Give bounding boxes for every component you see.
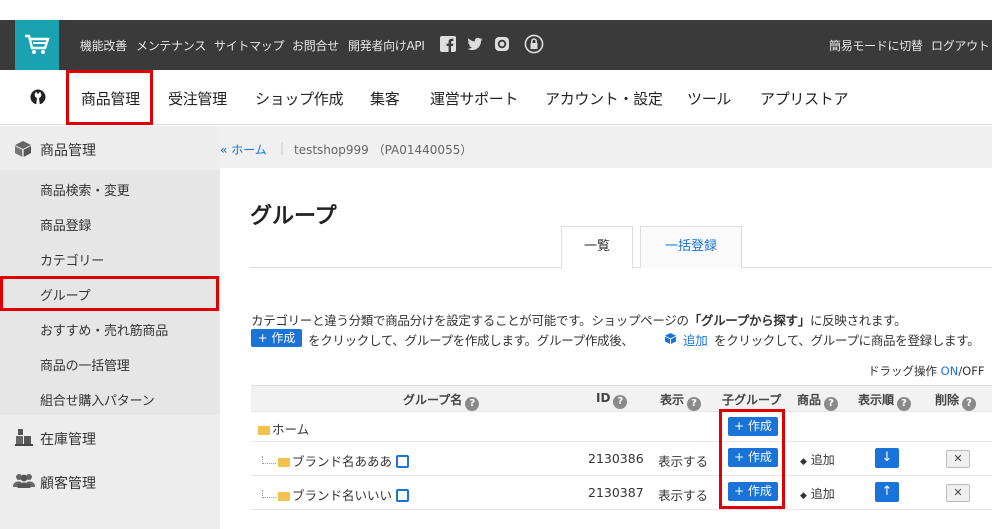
toplink-maintenance[interactable]: メンテナンス <box>136 37 206 54</box>
th-id: ID? <box>596 391 628 409</box>
logout-link[interactable]: ログアウト <box>931 37 990 54</box>
table-row[interactable]: ブランド名いいい <box>262 485 410 504</box>
breadcrumb-separator: | <box>280 141 285 155</box>
tab-list[interactable]: 一覧 <box>561 226 633 269</box>
nav-tools[interactable]: ツール <box>687 88 731 109</box>
cart-logo[interactable] <box>15 20 59 72</box>
nav-app-store[interactable]: アプリストア <box>760 88 849 109</box>
th-delete: 削除? <box>935 391 977 411</box>
sidebar-item-search[interactable]: 商品検索・変更 <box>40 180 130 199</box>
drag-on-link[interactable]: ON <box>941 364 959 378</box>
move-down-button[interactable]: ↓ <box>875 448 899 468</box>
sidebar-item-category[interactable]: カテゴリー <box>40 250 104 269</box>
delete-button[interactable]: ✕ <box>946 450 970 468</box>
facebook-icon[interactable] <box>440 36 456 52</box>
add-link-example[interactable]: 追加 <box>683 330 708 349</box>
sidebar-section-inventory[interactable]: 在庫管理 <box>40 429 96 449</box>
description-line-2a: をクリックして、グループを作成します。グループ作成後、 <box>308 333 634 348</box>
add-product-link[interactable]: ◆ 追加 <box>800 485 835 502</box>
create-button-example[interactable]: + 作成 <box>251 329 302 347</box>
help-icon[interactable]: ? <box>465 397 480 411</box>
help-icon[interactable]: ? <box>613 395 628 409</box>
cell-id: 2130386 <box>588 451 644 466</box>
sidebar-item-recommend[interactable]: おすすめ・売れ筋商品 <box>40 320 168 339</box>
toplink-sitemap[interactable]: サイトマップ <box>214 37 285 54</box>
instagram-icon[interactable] <box>494 36 510 52</box>
help-icon[interactable]: ? <box>824 397 839 411</box>
table-row[interactable]: ホーム <box>258 419 309 438</box>
nav-account-settings[interactable]: アカウント・設定 <box>545 88 663 109</box>
cell-display: 表示する <box>658 488 709 503</box>
mode-switch-link[interactable]: 簡易モードに切替 <box>829 37 923 54</box>
twitter-icon[interactable] <box>467 36 483 52</box>
drag-toggle: ドラッグ操作 ON/OFF <box>868 364 985 378</box>
toplink-api[interactable]: 開発者向けAPI <box>348 37 425 54</box>
row-divider <box>251 411 992 412</box>
highlight-nav-products <box>66 70 153 125</box>
row-divider <box>251 509 992 510</box>
help-icon[interactable]: ? <box>897 397 912 411</box>
description-line-1: カテゴリーと違う分類で商品分けを設定することが可能です。ショップページの「グルー… <box>251 313 907 328</box>
folder-icon <box>258 426 270 435</box>
help-icon[interactable]: ? <box>687 397 702 411</box>
help-icon[interactable]: ? <box>962 397 977 411</box>
breadcrumb-home[interactable]: « ホーム <box>220 141 267 158</box>
folder-icon <box>278 458 290 467</box>
description-line-2b: をクリックして、グループに商品を登録します。 <box>714 333 980 348</box>
sidebar-item-bulk[interactable]: 商品の一括管理 <box>40 355 130 374</box>
th-display: 表示? <box>660 391 702 411</box>
nav-orders[interactable]: 受注管理 <box>168 88 227 109</box>
brand-logo-icon[interactable] <box>30 89 46 105</box>
nav-shop-build[interactable]: ショップ作成 <box>255 88 344 109</box>
toplink-contact[interactable]: お問合せ <box>292 37 339 54</box>
toplink-improve[interactable]: 機能改善 <box>80 37 127 54</box>
lock-icon[interactable] <box>524 34 544 54</box>
row-divider <box>251 441 992 442</box>
tree-connector <box>262 490 276 498</box>
warehouse-icon <box>15 429 33 446</box>
nav-marketing[interactable]: 集客 <box>370 88 400 109</box>
cell-display: 表示する <box>658 454 709 469</box>
breadcrumb-shop: testshop999 （PA01440055） <box>294 143 473 157</box>
table-row[interactable]: ブランド名あああ <box>262 451 410 470</box>
move-up-button[interactable]: ↑ <box>875 482 899 502</box>
add-box-icon <box>665 333 676 344</box>
sidebar-item-combo[interactable]: 組合せ購入パターン <box>40 390 155 409</box>
page-title: グループ <box>250 204 337 229</box>
drag-off-link[interactable]: /OFF <box>958 364 984 378</box>
tab-bulk-register[interactable]: 一括登録 <box>640 226 742 268</box>
delete-button[interactable]: ✕ <box>946 484 970 502</box>
th-products: 商品? <box>797 391 839 411</box>
edit-icon[interactable] <box>396 455 410 468</box>
sidebar-section-customers[interactable]: 顧客管理 <box>40 473 96 493</box>
highlight-sidebar-group <box>0 276 219 311</box>
box-icon <box>15 141 31 157</box>
cell-id: 2130387 <box>588 485 644 500</box>
th-order: 表示順? <box>858 391 912 411</box>
users-icon <box>13 474 35 488</box>
th-group-name: グループ名? <box>403 391 480 411</box>
highlight-child-group-column <box>719 409 785 509</box>
sidebar-item-register[interactable]: 商品登録 <box>40 215 91 234</box>
row-divider <box>251 475 992 476</box>
folder-icon <box>278 492 290 501</box>
sidebar-section-products[interactable]: 商品管理 <box>40 140 96 160</box>
add-product-link[interactable]: ◆ 追加 <box>800 451 835 468</box>
nav-support[interactable]: 運営サポート <box>430 88 519 109</box>
edit-icon[interactable] <box>396 489 410 502</box>
th-child-group: 子グループ <box>722 393 782 407</box>
tree-connector <box>262 456 276 464</box>
cart-icon <box>25 34 50 54</box>
